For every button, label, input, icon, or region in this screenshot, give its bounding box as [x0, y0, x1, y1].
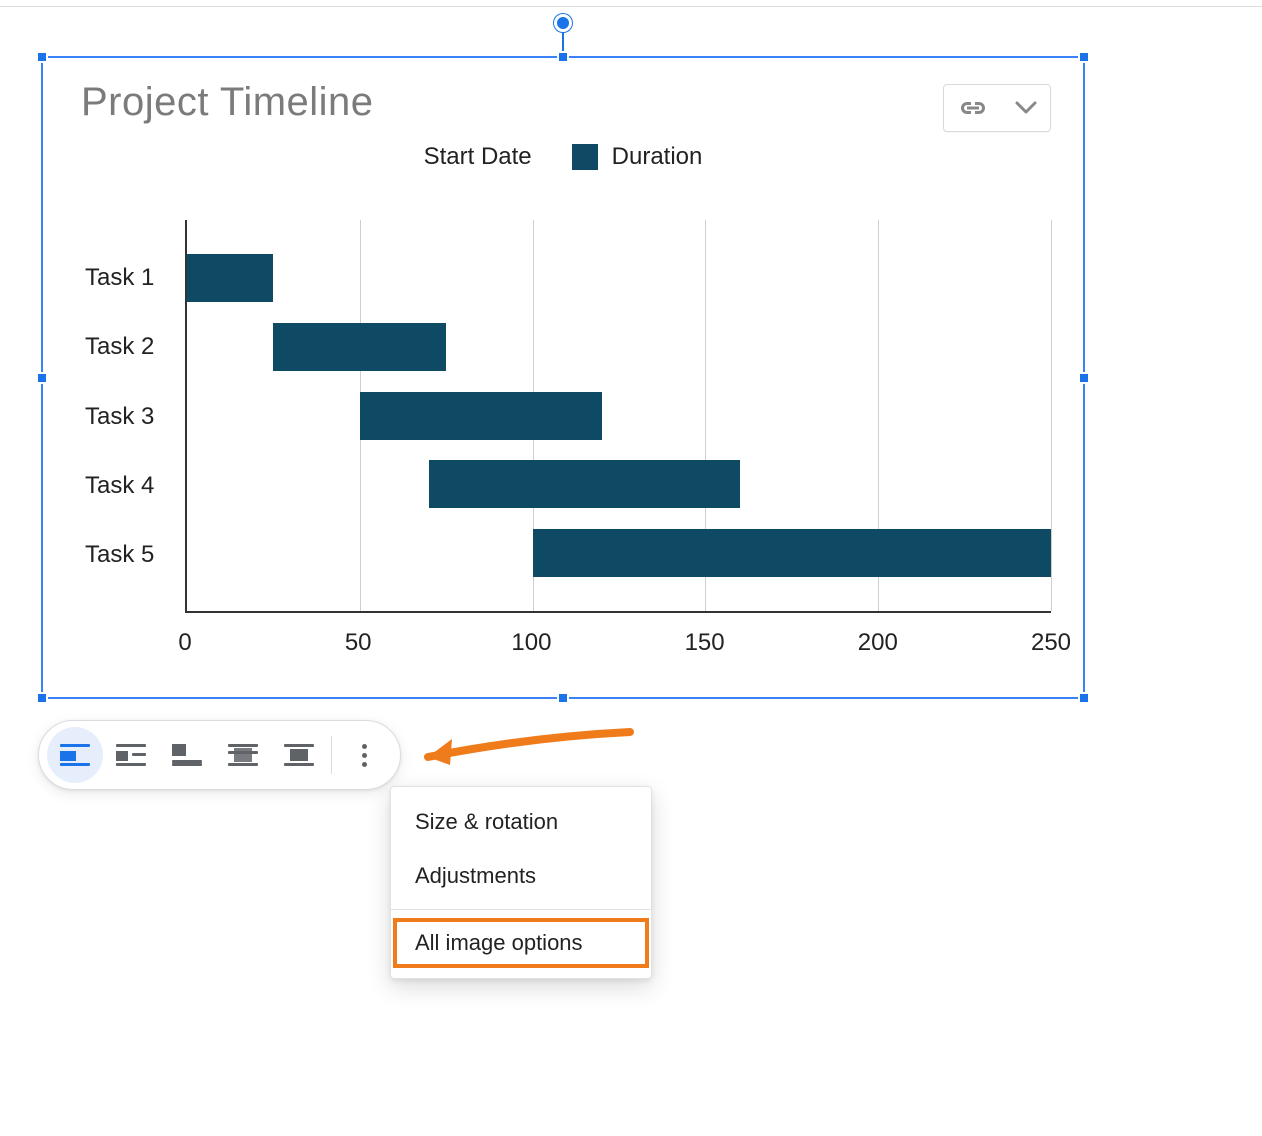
y-axis-label: Task 2	[85, 333, 177, 361]
page-top-rule	[0, 6, 1262, 7]
gantt-bar	[360, 392, 602, 440]
selected-chart-frame[interactable]: Project Timeline Start Date Duration Tas…	[41, 56, 1085, 699]
more-options-menu: Size & rotation Adjustments All image op…	[390, 786, 652, 979]
chart-title: Project Timeline	[81, 80, 1073, 125]
resize-handle-mid-left[interactable]	[36, 372, 48, 384]
behind-text-icon	[228, 744, 258, 766]
x-tick-label: 200	[858, 629, 898, 657]
inline-icon	[60, 744, 90, 766]
y-axis-label: Task 1	[85, 264, 177, 292]
wrap-mode-inline-button[interactable]	[47, 727, 103, 783]
resize-handle-mid-right[interactable]	[1078, 372, 1090, 384]
legend-swatch-duration	[572, 144, 598, 170]
gantt-bar	[429, 460, 740, 508]
menu-separator	[391, 909, 651, 910]
image-toolbar	[38, 720, 401, 790]
legend-item-duration: Duration	[572, 143, 703, 171]
wrap-mode-behind-button[interactable]	[215, 727, 271, 783]
y-axis-label: Task 4	[85, 472, 177, 500]
x-tick-label: 250	[1031, 629, 1071, 657]
x-tick-label: 100	[511, 629, 551, 657]
more-options-button[interactable]	[336, 727, 392, 783]
wrap-mode-wrap-button[interactable]	[103, 727, 159, 783]
wrap-icon	[116, 744, 146, 766]
menu-item-adjustments[interactable]: Adjustments	[391, 849, 651, 903]
front-text-icon	[284, 744, 314, 766]
chart-plot-area: Task 1 Task 2 Task 3 Task 4 Task 5 0 50 100 150…	[85, 220, 1061, 665]
annotation-arrow	[410, 727, 640, 787]
resize-handle-bottom-right[interactable]	[1078, 692, 1090, 704]
gantt-bar	[533, 529, 1051, 577]
gantt-bar	[187, 254, 273, 302]
legend-label-duration: Duration	[612, 143, 703, 171]
chart-body: Project Timeline Start Date Duration Tas…	[53, 68, 1073, 687]
chart-legend: Start Date Duration	[53, 143, 1073, 171]
menu-item-size-rotation[interactable]: Size & rotation	[391, 795, 651, 849]
toolbar-separator	[331, 736, 332, 774]
break-icon	[172, 744, 202, 766]
rotation-handle[interactable]	[554, 14, 572, 32]
y-axis-label: Task 3	[85, 403, 177, 431]
chevron-down-icon[interactable]	[1015, 101, 1037, 115]
link-icon[interactable]	[958, 99, 988, 117]
resize-handle-bottom-left[interactable]	[36, 692, 48, 704]
menu-item-all-image-options[interactable]: All image options	[391, 916, 651, 970]
resize-handle-top-right[interactable]	[1078, 51, 1090, 63]
resize-handle-mid-top[interactable]	[557, 51, 569, 63]
resize-handle-top-left[interactable]	[36, 51, 48, 63]
more-vertical-icon	[362, 744, 367, 767]
linked-chart-pill	[943, 84, 1051, 132]
wrap-mode-front-button[interactable]	[271, 727, 327, 783]
x-tick-label: 150	[685, 629, 725, 657]
resize-handle-mid-bottom[interactable]	[557, 692, 569, 704]
x-tick-label: 50	[345, 629, 372, 657]
gridline	[1051, 220, 1052, 611]
gantt-bar	[273, 323, 446, 371]
y-axis-label: Task 5	[85, 541, 177, 569]
x-tick-label: 0	[178, 629, 191, 657]
wrap-mode-break-button[interactable]	[159, 727, 215, 783]
legend-label-start: Start Date	[424, 143, 532, 171]
legend-item-start-date: Start Date	[424, 143, 532, 171]
